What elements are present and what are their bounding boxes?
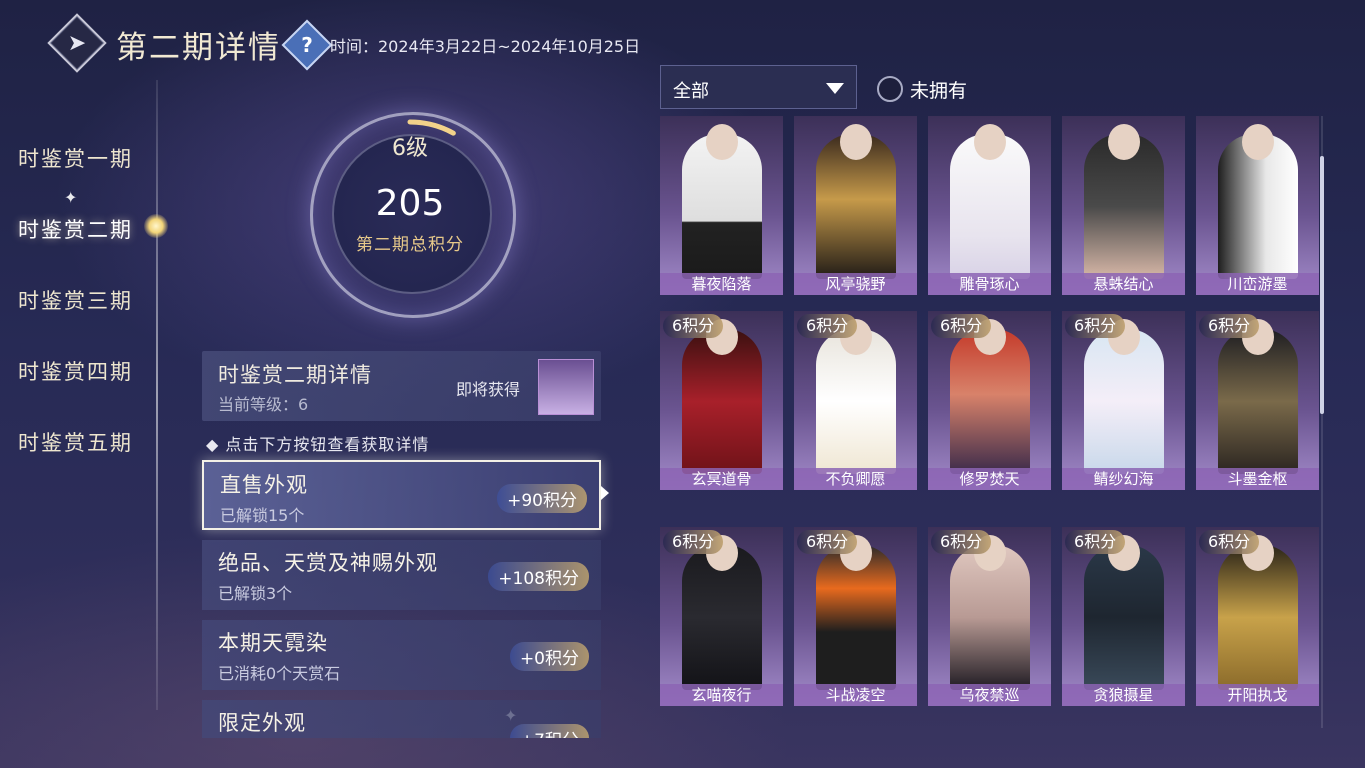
unowned-radio[interactable] [877,76,903,102]
sidebar-item-phase-4[interactable]: 时鉴赏四期 [18,356,133,386]
outfit-name: 斗墨金枢 [1196,468,1319,490]
outfit-card[interactable]: 悬蛛结心 [1062,116,1185,295]
help-icon[interactable]: ? [281,19,333,71]
level-label: 6级 [392,136,428,161]
outfit-points-badge: 6积分 [663,314,724,338]
category-dye[interactable]: 本期天霓染 已消耗0个天赏石 +0积分 [202,620,601,690]
hint-text: ◆ 点击下方按钮查看获取详情 [206,435,430,454]
outfit-name: 贪狼摄星 [1062,684,1185,706]
outfit-name: 斗战凌空 [794,684,917,706]
category-subtitle: 已解锁3个 [218,584,293,603]
category-title: 本期天霓染 [218,631,328,655]
category-title: 限定外观 [218,711,306,735]
outfit-card[interactable]: 6积分 玄喵夜行 [660,527,783,706]
outfit-card[interactable]: 6积分 斗墨金枢 [1196,311,1319,490]
sidebar-item-phase-5[interactable]: 时鉴赏五期 [18,427,133,457]
outfit-card[interactable]: 川峦游墨 [1196,116,1319,295]
unowned-label[interactable]: 未拥有 [910,76,967,103]
active-marker-icon [144,214,168,238]
phase-detail-title: 时鉴赏二期详情 [218,363,372,387]
total-score: 205 [375,183,445,224]
sparkle-icon: ✦ [64,188,78,207]
time-range: 时间：2024年3月22日~2024年10月25日 [330,37,641,56]
category-direct-sale[interactable]: 直售外观 已解锁15个 +90积分 [202,460,601,530]
outfit-card[interactable]: 风亭骁野 [794,116,917,295]
category-points-badge: +0积分 [509,642,589,671]
category-subtitle: 已解锁15个 [220,506,305,525]
nav-divider [156,80,158,710]
category-premium[interactable]: 绝品、天赏及神赐外观 已解锁3个 +108积分 [202,540,601,610]
current-level: 当前等级：6 [218,395,309,414]
outfit-card[interactable]: 6积分 修罗焚天 [928,311,1051,490]
coming-soon-label: 即将获得 [456,380,521,399]
selected-arrow-icon [601,486,609,500]
sidebar-item-phase-3[interactable]: 时鉴赏三期 [18,285,133,315]
total-score-label: 第二期总积分 [356,235,464,255]
back-arrow-icon: ➤ [67,30,87,56]
outfit-card[interactable]: 雕骨琢心 [928,116,1051,295]
filter-dropdown[interactable]: 全部 [660,65,857,109]
outfit-name: 开阳执戈 [1196,684,1319,706]
outfit-points-badge: 6积分 [1199,314,1260,338]
outfit-points-badge: 6积分 [1199,530,1260,554]
category-points-badge: +90积分 [497,484,587,513]
outfit-card[interactable]: 6积分 鲭纱幻海 [1062,311,1185,490]
outfit-points-badge: 6积分 [797,314,858,338]
outfit-points-badge: 6积分 [931,314,992,338]
outfit-name: 鲭纱幻海 [1062,468,1185,490]
outfit-name: 不负卿愿 [794,468,917,490]
phase-detail-card[interactable]: 时鉴赏二期详情 当前等级：6 即将获得 [202,351,601,421]
outfit-name: 雕骨琢心 [928,273,1051,295]
page-title: 第二期详情 [116,30,281,66]
outfit-points-badge: 6积分 [797,530,858,554]
outfit-card[interactable]: 6积分 不负卿愿 [794,311,917,490]
category-points-badge: +7积分 [509,724,589,738]
reward-thumbnail[interactable] [538,359,594,415]
outfit-points-badge: 6积分 [663,530,724,554]
outfit-name: 乌夜禁巡 [928,684,1051,706]
outfit-card[interactable]: 6积分 乌夜禁巡 [928,527,1051,706]
sidebar-item-phase-2[interactable]: 时鉴赏二期 [18,214,133,244]
outfit-card[interactable]: 6积分 斗战凌空 [794,527,917,706]
outfit-head [974,124,1006,160]
scrollbar-thumb[interactable] [1320,156,1324,414]
outfit-head [840,124,872,160]
outfit-grid: 暮夜陷落 风亭骁野 雕骨琢心 悬蛛结心 川峦游墨 6积分 玄冥道骨 6积分 不负… [660,116,1320,728]
outfit-name: 风亭骁野 [794,273,917,295]
outfit-name: 悬蛛结心 [1062,273,1185,295]
outfit-name: 川峦游墨 [1196,273,1319,295]
outfit-head [1242,124,1274,160]
category-limited[interactable]: 限定外观 +7积分 [202,700,601,738]
category-subtitle: 已消耗0个天赏石 [218,664,341,683]
outfit-card[interactable]: 6积分 玄冥道骨 [660,311,783,490]
category-title: 直售外观 [220,473,308,497]
filter-selected-value: 全部 [673,81,709,102]
outfit-head [1108,124,1140,160]
category-points-badge: +108积分 [488,562,589,591]
outfit-name: 玄喵夜行 [660,684,783,706]
outfit-points-badge: 6积分 [931,530,992,554]
outfit-card[interactable]: 暮夜陷落 [660,116,783,295]
outfit-points-badge: 6积分 [1065,314,1126,338]
outfit-points-badge: 6积分 [1065,530,1126,554]
outfit-name: 修罗焚天 [928,468,1051,490]
back-button[interactable]: ➤ [47,13,107,73]
outfit-head [706,124,738,160]
outfit-card[interactable]: 6积分 开阳执戈 [1196,527,1319,706]
category-title: 绝品、天赏及神赐外观 [218,551,438,575]
outfit-name: 暮夜陷落 [660,273,783,295]
sidebar-item-phase-1[interactable]: 时鉴赏一期 [18,143,133,173]
outfit-card[interactable]: 6积分 贪狼摄星 [1062,527,1185,706]
chevron-down-icon [826,83,844,94]
outfit-name: 玄冥道骨 [660,468,783,490]
